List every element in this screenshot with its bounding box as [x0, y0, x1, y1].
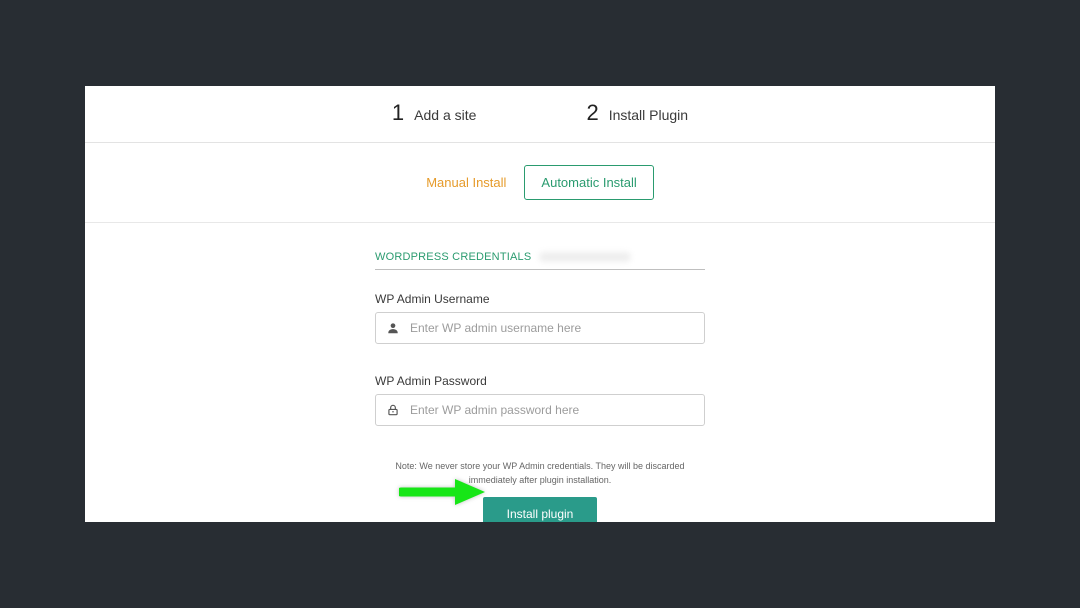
password-field-group: WP Admin Password: [375, 374, 705, 426]
step-number: 1: [392, 100, 404, 126]
tab-manual-install[interactable]: Manual Install: [426, 175, 506, 190]
step-label: Add a site: [414, 107, 476, 123]
username-field-group: WP Admin Username: [375, 292, 705, 344]
step-add-site: 1 Add a site: [392, 100, 477, 126]
credentials-url-redacted: [539, 252, 631, 262]
credentials-note: Note: We never store your WP Admin crede…: [380, 460, 700, 487]
credentials-form: WORDPRESS CREDENTIALS WP Admin Username …: [375, 251, 705, 426]
install-plugin-button[interactable]: Install plugin: [483, 497, 598, 522]
password-input-wrap[interactable]: [375, 394, 705, 426]
install-plugin-panel: 1 Add a site 2 Install Plugin Manual Ins…: [85, 86, 995, 522]
stepper: 1 Add a site 2 Install Plugin: [85, 86, 995, 143]
step-number: 2: [586, 100, 598, 126]
username-input[interactable]: [410, 321, 694, 335]
lock-icon: [386, 403, 400, 417]
password-input[interactable]: [410, 403, 694, 417]
install-mode-tabs: Manual Install Automatic Install: [85, 143, 995, 223]
step-install-plugin: 2 Install Plugin: [586, 100, 688, 126]
password-label: WP Admin Password: [375, 374, 705, 388]
user-icon: [386, 321, 400, 335]
step-label: Install Plugin: [609, 107, 688, 123]
username-input-wrap[interactable]: [375, 312, 705, 344]
credentials-header: WORDPRESS CREDENTIALS: [375, 251, 531, 263]
tab-automatic-install[interactable]: Automatic Install: [524, 165, 653, 200]
credentials-header-row: WORDPRESS CREDENTIALS: [375, 251, 705, 270]
username-label: WP Admin Username: [375, 292, 705, 306]
